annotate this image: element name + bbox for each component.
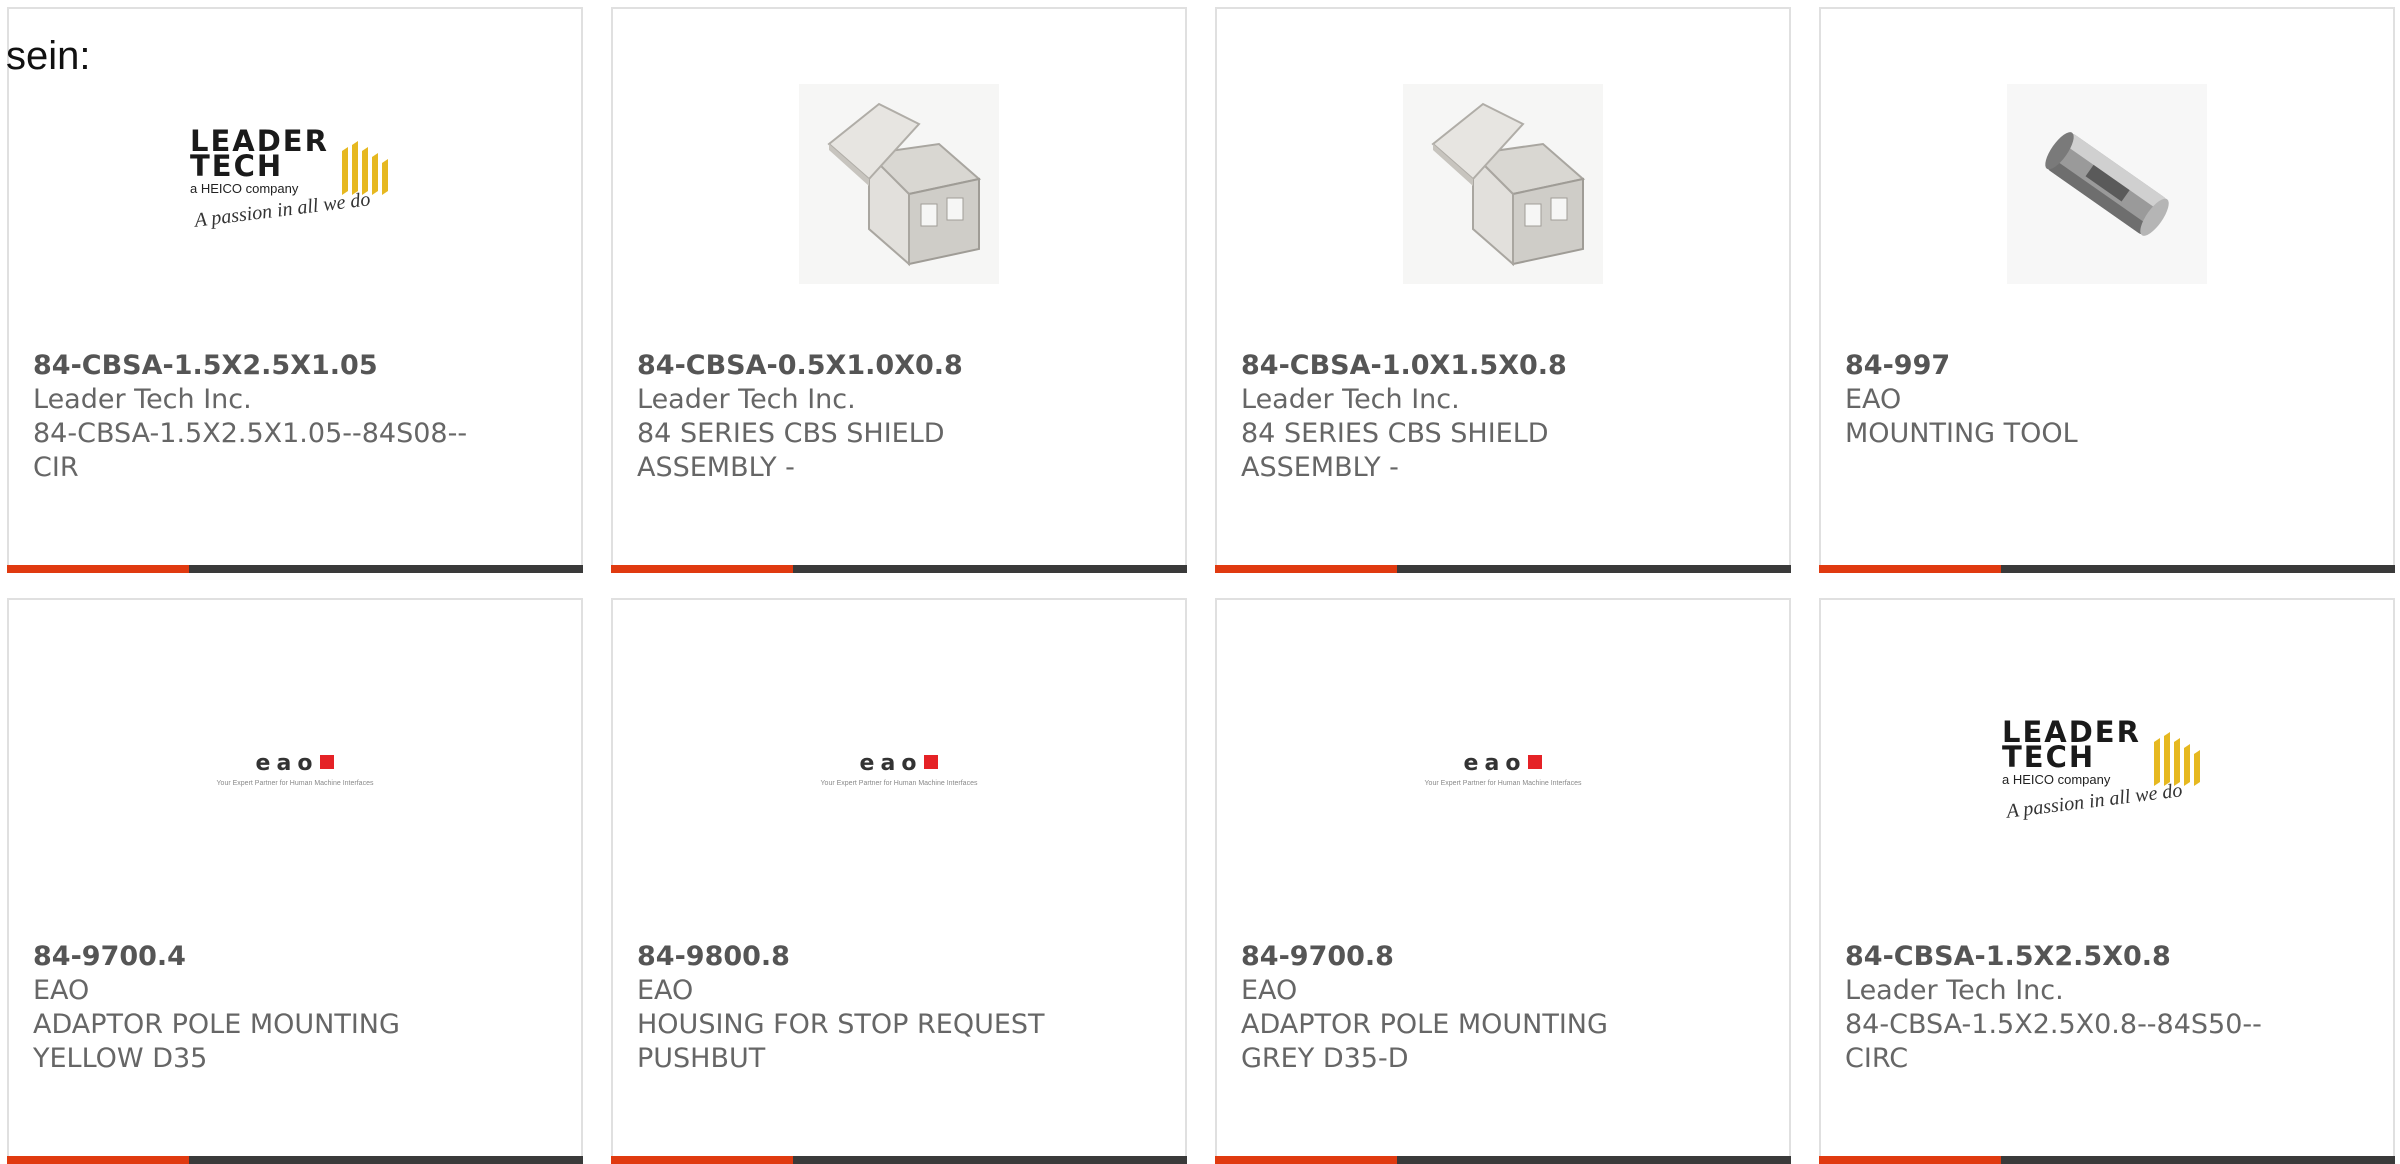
leader-tech-logo: LEADER TECH a HEICO company A passion in… — [2002, 718, 2212, 830]
leader-tech-logo: LEADER TECH a HEICO company A passion in… — [190, 127, 400, 239]
part-number[interactable]: 84-CBSA-1.5X2.5X0.8 — [1845, 940, 2369, 974]
card-bar — [7, 565, 583, 573]
description: ADAPTOR POLE MOUNTING GREY D35-D — [1241, 1009, 1608, 1074]
manufacturer: EAO — [33, 975, 90, 1006]
product-card[interactable]: 84-CBSA-0.5X1.0X0.8 Leader Tech Inc. 84 … — [611, 7, 1187, 573]
part-number[interactable]: 84-9700.4 — [33, 940, 557, 974]
card-bar — [611, 565, 1187, 573]
manufacturer: EAO — [1845, 384, 1902, 415]
product-image: eao Your Expert Partner for Human Machin… — [1217, 670, 1789, 880]
manufacturer: Leader Tech Inc. — [1845, 975, 2064, 1006]
product-card[interactable]: LEADER TECH a HEICO company A passion in… — [7, 7, 583, 573]
card-bar — [1819, 565, 2395, 573]
part-number[interactable]: 84-CBSA-1.5X2.5X1.05 — [33, 349, 557, 383]
description: 84 SERIES CBS SHIELD ASSEMBLY - — [637, 418, 945, 483]
description: 84-CBSA-1.5X2.5X1.05--84S08-- CIR — [33, 418, 468, 483]
part-number[interactable]: 84-997 — [1845, 349, 2369, 383]
product-image: LEADER TECH a HEICO company A passion in… — [9, 79, 581, 289]
card-bar — [1819, 1156, 2395, 1164]
product-image: eao Your Expert Partner for Human Machin… — [9, 670, 581, 880]
card-bar — [7, 1156, 583, 1164]
eao-logo: eao Your Expert Partner for Human Machin… — [820, 751, 978, 787]
product-grid: LEADER TECH a HEICO company A passion in… — [7, 7, 2400, 1164]
product-card[interactable]: LEADER TECH a HEICO company A passion in… — [1819, 598, 2395, 1164]
description: 84-CBSA-1.5X2.5X0.8--84S50-- CIRC — [1845, 1009, 2262, 1074]
product-image: eao Your Expert Partner for Human Machin… — [613, 670, 1185, 880]
eao-logo: eao Your Expert Partner for Human Machin… — [1424, 751, 1582, 787]
product-image — [1217, 79, 1789, 289]
part-number[interactable]: 84-CBSA-0.5X1.0X0.8 — [637, 349, 1161, 383]
description: ADAPTOR POLE MOUNTING YELLOW D35 — [33, 1009, 400, 1074]
card-bar — [1215, 1156, 1791, 1164]
mounting-tool-photo — [2007, 84, 2207, 284]
manufacturer: Leader Tech Inc. — [33, 384, 252, 415]
product-card[interactable]: 84-CBSA-1.0X1.5X0.8 Leader Tech Inc. 84 … — [1215, 7, 1791, 573]
manufacturer: Leader Tech Inc. — [637, 384, 856, 415]
product-image — [613, 79, 1185, 289]
product-card[interactable]: eao Your Expert Partner for Human Machin… — [611, 598, 1187, 1164]
shield-assembly-photo — [799, 84, 999, 284]
product-image: LEADER TECH a HEICO company A passion in… — [1821, 670, 2393, 880]
part-number[interactable]: 84-9700.8 — [1241, 940, 1765, 974]
eao-logo: eao Your Expert Partner for Human Machin… — [216, 751, 374, 787]
lead-text: sein: — [6, 34, 91, 78]
part-number[interactable]: 84-9800.8 — [637, 940, 1161, 974]
manufacturer: EAO — [1241, 975, 1298, 1006]
manufacturer: Leader Tech Inc. — [1241, 384, 1460, 415]
description: MOUNTING TOOL — [1845, 418, 2078, 449]
description: HOUSING FOR STOP REQUEST PUSHBUT — [637, 1009, 1045, 1074]
product-image — [1821, 79, 2393, 289]
product-card[interactable]: eao Your Expert Partner for Human Machin… — [1215, 598, 1791, 1164]
card-bar — [611, 1156, 1187, 1164]
product-card[interactable]: 84-997 EAO MOUNTING TOOL — [1819, 7, 2395, 573]
product-card[interactable]: eao Your Expert Partner for Human Machin… — [7, 598, 583, 1164]
card-bar — [1215, 565, 1791, 573]
shield-assembly-photo — [1403, 84, 1603, 284]
manufacturer: EAO — [637, 975, 694, 1006]
part-number[interactable]: 84-CBSA-1.0X1.5X0.8 — [1241, 349, 1765, 383]
description: 84 SERIES CBS SHIELD ASSEMBLY - — [1241, 418, 1549, 483]
